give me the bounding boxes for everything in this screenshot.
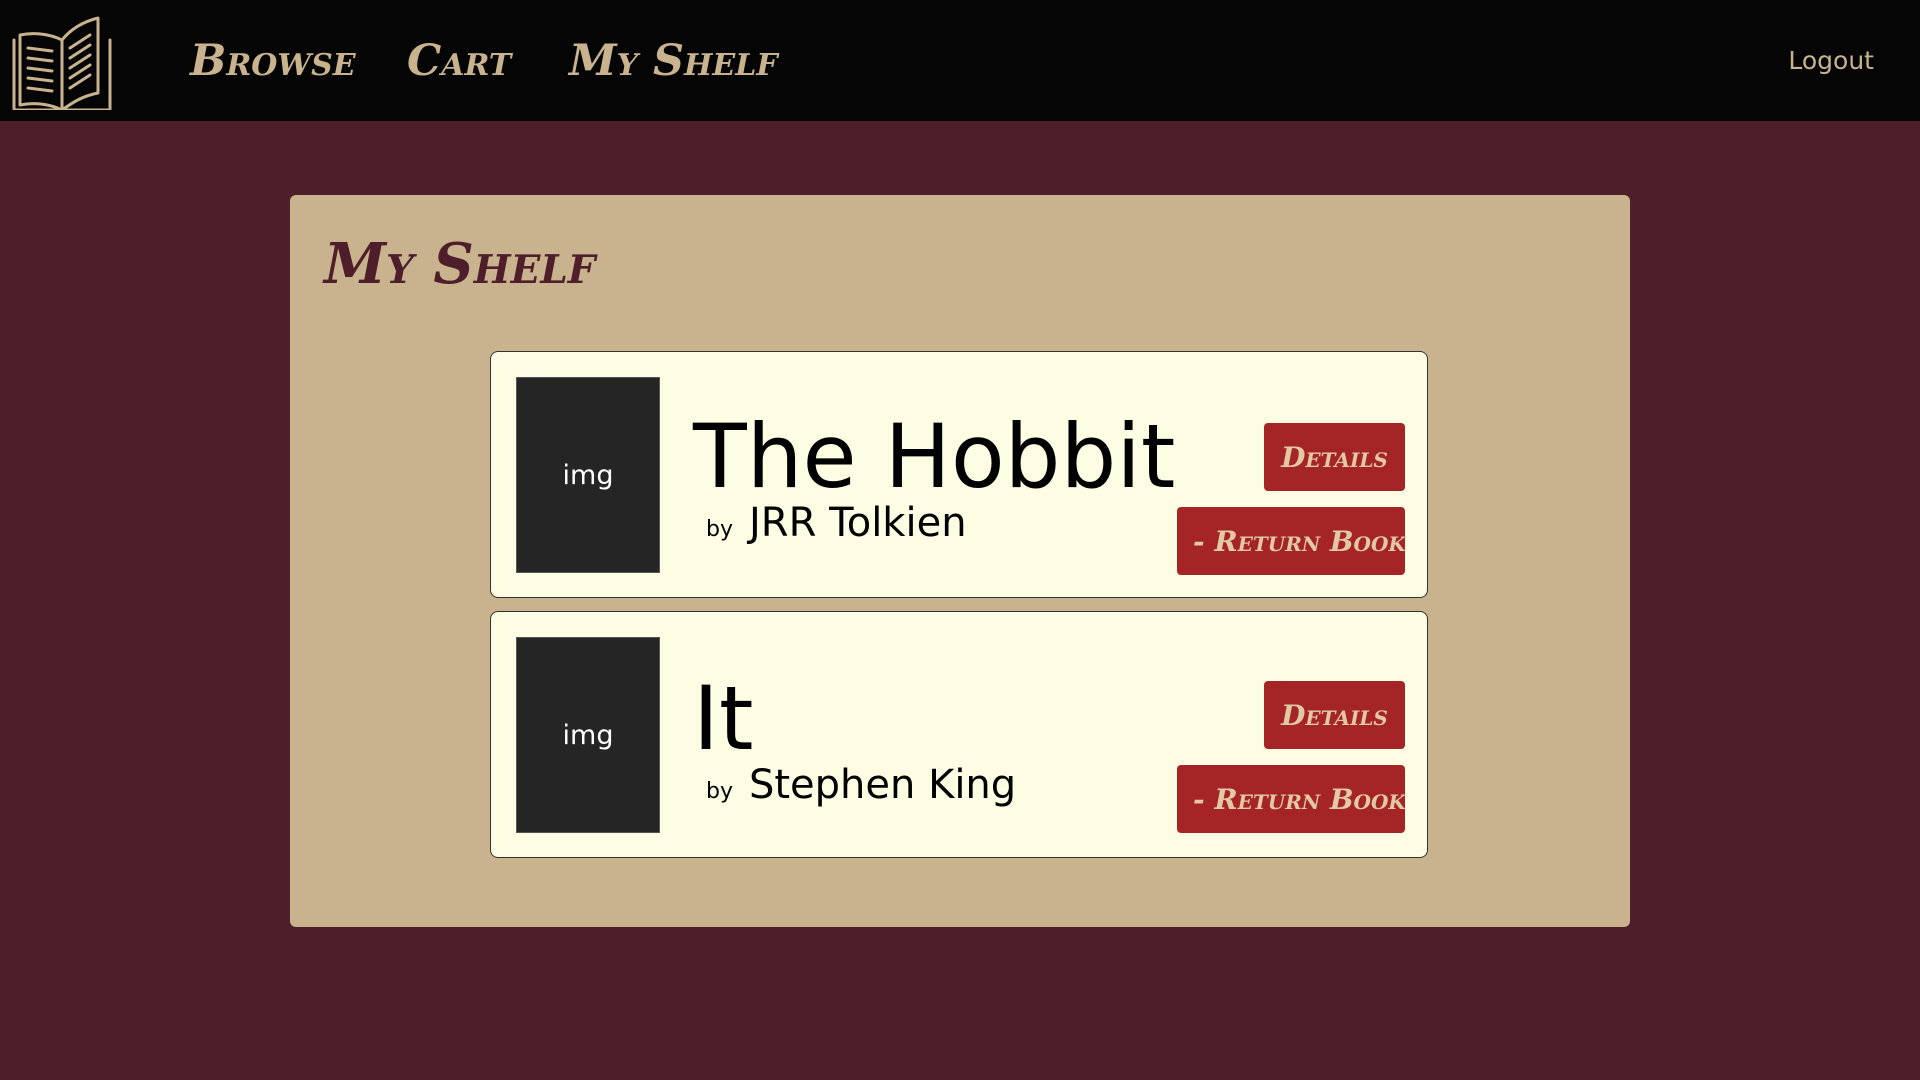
page-title: My Shelf <box>324 231 596 297</box>
book-card: img It by Stephen King Details - Return B… <box>490 611 1428 858</box>
top-nav-bar: Browse Cart My Shelf Logout <box>0 0 1920 121</box>
nav-browse-link[interactable]: Browse <box>190 34 356 88</box>
logout-link[interactable]: Logout <box>1788 46 1874 75</box>
book-author: Stephen King <box>748 762 1017 808</box>
book-title: It <box>693 667 754 770</box>
shelf-panel: My Shelf img The Hobbit by JRR Tolkien De… <box>290 195 1630 927</box>
author-line: by JRR Tolkien <box>706 500 967 546</box>
return-book-button[interactable]: - Return Book <box>1177 507 1406 575</box>
by-label: by <box>706 517 733 542</box>
details-button[interactable]: Details <box>1264 681 1405 749</box>
book-title: The Hobbit <box>693 405 1176 508</box>
book-cover-image: img <box>516 637 660 833</box>
book-author: JRR Tolkien <box>748 500 967 546</box>
return-book-button[interactable]: - Return Book <box>1177 765 1406 833</box>
open-book-icon[interactable] <box>12 10 112 110</box>
by-label: by <box>706 779 733 804</box>
book-cover-image: img <box>516 377 660 573</box>
details-button[interactable]: Details <box>1264 423 1405 491</box>
book-card: img The Hobbit by JRR Tolkien Details - R… <box>490 351 1428 598</box>
author-line: by Stephen King <box>706 762 1016 808</box>
nav-cart-link[interactable]: Cart <box>407 34 511 88</box>
nav-my-shelf-link[interactable]: My Shelf <box>569 34 778 88</box>
